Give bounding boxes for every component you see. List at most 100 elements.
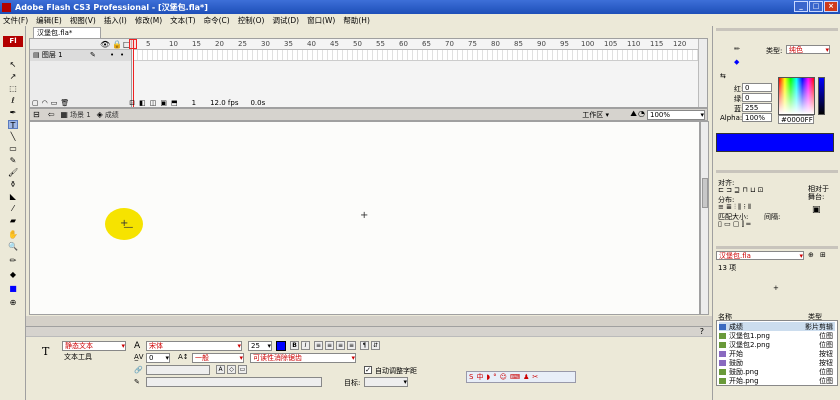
ime-shirt-icon[interactable]: ♟ [523,373,529,381]
timeline-toggle-icon[interactable]: ⊟ [33,110,40,119]
onion-outline-icon[interactable]: ◫ [150,99,157,107]
list-item[interactable]: 开始.png 位图 [719,376,835,385]
library-file-select[interactable]: 汉堡包.fla ▾ [716,251,804,260]
pen-tool-icon[interactable]: ✒ [8,108,18,117]
text-type-select[interactable]: 静态文本 ▾ [62,341,126,351]
align-right-button[interactable]: ≡ [336,341,345,350]
timeline-scrollbar[interactable] [698,39,707,107]
ink-bottle-icon[interactable]: ⚱ [8,180,18,189]
color-type-select[interactable]: 纯色 ▾ [786,45,830,54]
menu-text[interactable]: 文本(T) [170,15,195,26]
ime-dot-icon[interactable]: ° [493,373,497,381]
add-guide-icon[interactable]: ◠ [42,99,48,107]
layer-visible-dot[interactable]: • [110,50,114,61]
back-arrow-icon[interactable]: ⇦ [48,110,55,119]
paint-bucket-icon[interactable]: ◣ [8,192,18,201]
ime-s-icon[interactable]: S [469,373,473,381]
pin-library-icon[interactable]: ⊞ [820,251,826,259]
to-stage-button[interactable]: ▣ [812,205,821,215]
rectangle-tool-icon[interactable]: ▭ [8,144,18,153]
pencil-tool-icon[interactable]: ✎ [8,156,18,165]
frame-area[interactable]: 5 10 15 20 25 30 35 40 45 50 55 60 65 70… [133,39,699,107]
ime-tool-icon[interactable]: ✂ [532,373,538,381]
distribute-buttons[interactable]: ≡ ≣ ⫶ ⫼ ⁝ ⫴ [718,203,751,212]
list-item[interactable]: 汉堡包2.png 位图 [719,340,835,349]
zoom-tool-icon[interactable]: 🔍 [8,242,18,251]
free-transform-tool-icon[interactable]: ⬚ [8,84,18,93]
menu-window[interactable]: 窗口(W) [307,15,335,26]
html-button[interactable]: ◇ [227,365,236,374]
border-button[interactable]: ▭ [238,365,247,374]
delete-layer-icon[interactable]: 🗑 [60,99,69,107]
ime-keyboard-icon[interactable]: ⌨ [510,373,520,381]
menu-file[interactable]: 文件(F) [3,15,28,26]
help-icon[interactable]: ? [700,327,704,336]
fill-bucket-icon[interactable]: ◆ [734,58,739,66]
blue-field[interactable]: 255 [742,103,772,112]
bold-button[interactable]: B [290,341,299,350]
italic-button[interactable]: I [301,341,310,350]
brightness-slider[interactable] [818,77,825,115]
eye-icon[interactable]: 👁 [100,40,110,49]
color-spectrum[interactable] [778,77,815,115]
auto-kern-checkbox[interactable]: ✓ [364,366,372,374]
frame-row[interactable] [133,50,699,61]
url-field[interactable] [146,365,210,375]
text-direction-button[interactable]: ⇵ [371,341,380,350]
brush-tool-icon[interactable]: 🖌 [8,168,18,177]
eyedropper-icon[interactable]: ⁄ [8,204,18,213]
eraser-icon[interactable]: ▰ [8,216,18,225]
align-left-button[interactable]: ≡ [314,341,323,350]
list-item[interactable]: 汉堡包1.png 位图 [719,331,835,340]
paragraph-format-button[interactable]: ¶ [360,341,369,350]
var-field[interactable] [146,377,322,387]
char-position-select[interactable]: 一般 ▾ [192,353,244,363]
letter-spacing-field[interactable]: 0 ▾ [146,353,170,363]
hand-tool-icon[interactable]: ✋ [8,230,18,239]
close-button[interactable]: × [824,1,838,12]
ime-zhong-icon[interactable]: 中 [476,372,483,382]
menu-view[interactable]: 视图(V) [70,15,96,26]
font-size-field[interactable]: 25 ▾ [248,341,272,351]
scene-name[interactable]: 场景 1 [70,110,91,120]
menu-debug[interactable]: 调试(D) [272,15,299,26]
modify-markers-icon[interactable]: ⬒ [171,99,178,107]
zoom-select[interactable]: 100% ▾ [647,110,705,120]
align-buttons[interactable]: ⊏ ⊐ ⊒ ⊓ ⊔ ⊡ [718,186,764,194]
menu-modify[interactable]: 修改(M) [135,15,162,26]
ime-toolbar[interactable]: S 中 ◗ ° ☺ ⌨ ♟ ✂ [466,371,576,383]
list-item[interactable]: 鼓励.png 位图 [719,367,835,376]
stroke-color-icon[interactable]: ✏ [8,256,18,265]
layer-row[interactable]: ▤ 图层 1 ✎ • • [30,50,131,61]
lock-icon[interactable]: 🔒 [112,40,122,49]
symbol-breadcrumb[interactable]: 成绩 [105,110,119,120]
target-select[interactable]: ▾ [364,377,408,387]
snap-option-icon[interactable]: ⊕ [8,298,18,307]
swap-colors-icon[interactable]: ⇆ [720,72,726,80]
hex-field[interactable]: #0000FF [778,115,814,124]
red-field[interactable]: 0 [742,83,772,92]
ime-smile-icon[interactable]: ☺ [500,373,507,381]
green-field[interactable]: 0 [742,93,772,102]
scroll-thumb[interactable] [702,178,708,208]
menu-edit[interactable]: 编辑(E) [36,15,62,26]
line-tool-icon[interactable]: ╲ [8,132,18,141]
lasso-tool-icon[interactable]: ℓ [8,96,18,105]
list-item[interactable]: 成绩 影片剪辑 [719,322,835,331]
add-layer-icon[interactable]: ▢ [32,99,39,107]
edit-multiple-icon[interactable]: ▣ [160,99,167,107]
selectable-button[interactable]: A [216,365,225,374]
stage-scrollbar[interactable] [700,121,709,315]
match-size-buttons[interactable]: ▯ ▭ ▢ ⫿ ═ [718,220,750,229]
maximize-button[interactable]: □ [809,1,823,12]
edit-scene-icon[interactable]: ⛰ [630,109,637,119]
rendering-select[interactable]: 可读性消除锯齿 ▾ [250,353,356,363]
fill-color-icon[interactable]: ◆ [8,270,18,279]
ime-moon-icon[interactable]: ◗ [486,373,490,381]
menu-commands[interactable]: 命令(C) [204,15,230,26]
text-tool-icon[interactable]: T [8,120,18,130]
edit-symbol-icon[interactable]: ◔ [638,109,645,118]
menu-help[interactable]: 帮助(H) [343,15,370,26]
text-color-swatch[interactable] [276,341,286,351]
layer-lock-dot[interactable]: • [120,50,124,61]
